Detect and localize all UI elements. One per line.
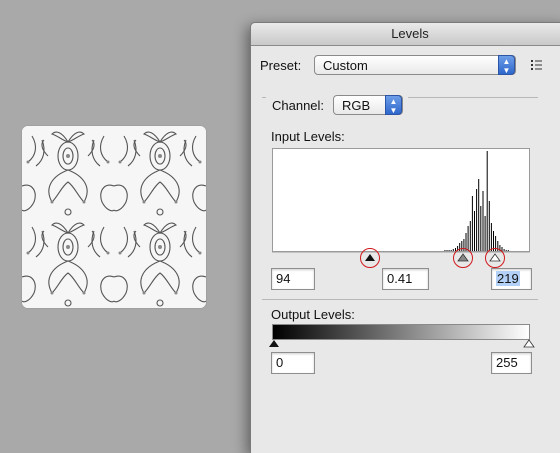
group-border [262,97,266,98]
output-gradient-bar [272,324,530,340]
histogram [272,148,530,252]
up-down-arrows-icon: ▲ ▼ [498,55,515,75]
channel-dropdown[interactable]: RGB ▲ ▼ [333,95,403,115]
black-point-highlight [360,248,380,268]
histogram-bar [450,250,452,251]
white-point-highlight [485,248,505,268]
histogram-bar [503,249,505,251]
histogram-bar [467,226,469,251]
input-white-value: 219 [496,271,520,286]
channel-value: RGB [342,98,371,113]
input-black-field[interactable]: 94 [271,268,315,290]
list-menu-icon[interactable] [530,58,544,72]
gamma-highlight [453,248,473,268]
group-border [408,97,538,98]
histogram-bar [488,201,490,251]
histogram-bar [484,216,486,251]
output-white-field[interactable]: 255 [491,352,532,374]
up-down-arrows-icon: ▲ ▼ [385,95,402,115]
preset-value: Custom [323,58,368,73]
histogram-bar [482,191,484,251]
output-black-field[interactable]: 0 [271,352,315,374]
histogram-bar [474,211,475,251]
black-triangle-slider-icon[interactable] [268,339,280,348]
dialog-title[interactable]: Levels [251,23,560,46]
input-white-field[interactable]: 219 [491,268,532,290]
channel-label: Channel: [272,98,325,113]
separator [262,299,538,300]
input-levels-label: Input Levels: [271,129,345,144]
histogram-bar [507,250,509,251]
damask-pattern-image [22,126,206,308]
histogram-bar [490,223,492,251]
histogram-bar [505,250,507,251]
output-levels-label: Output Levels: [271,307,355,322]
histogram-bar [448,250,450,251]
histogram-bar [476,189,478,251]
histogram-bar [469,221,471,251]
input-gamma-field[interactable]: 0.41 [382,268,429,290]
histogram-bar [478,179,480,251]
preset-label: Preset: [260,58,302,73]
histogram-bar [446,250,448,251]
histogram-bar [486,151,488,251]
histogram-bar [452,249,454,251]
histogram-graph [444,151,509,251]
histogram-bar [444,250,446,251]
histogram-bar [480,206,482,251]
histogram-bar [471,196,473,251]
preset-dropdown[interactable]: Custom ▲ ▼ [314,55,516,75]
white-triangle-slider-icon[interactable] [523,339,535,348]
